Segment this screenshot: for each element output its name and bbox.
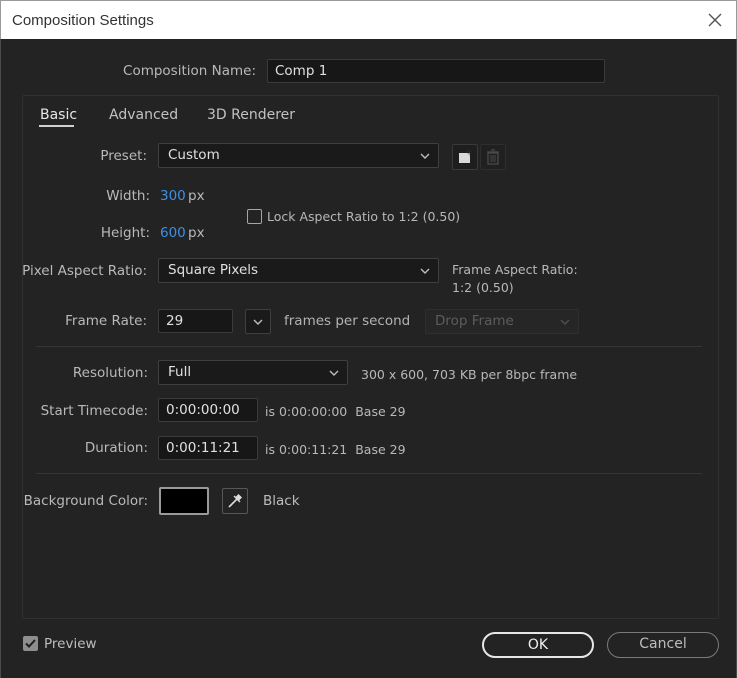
height-label: Height:	[100, 225, 150, 241]
chevron-down-icon	[420, 153, 430, 159]
lock-aspect-checkbox[interactable]	[247, 209, 262, 224]
settings-panel	[22, 95, 719, 619]
save-preset-button[interactable]	[452, 144, 478, 170]
trash-icon	[487, 149, 499, 165]
eyedropper-icon	[228, 493, 243, 508]
delete-preset-button[interactable]	[480, 144, 506, 170]
cancel-button[interactable]: Cancel	[607, 632, 719, 658]
frame-rate-input[interactable]: 29	[158, 309, 233, 333]
preset-label: Preset:	[100, 148, 147, 164]
frame-rate-unit: frames per second	[284, 313, 411, 329]
section-divider	[36, 346, 702, 347]
tab-basic-underline	[39, 125, 74, 127]
duration-input[interactable]: 0:00:11:21	[158, 436, 258, 460]
drop-frame-dropdown: Drop Frame	[425, 309, 579, 334]
start-timecode-info: is 0:00:00:00 Base 29	[265, 404, 406, 419]
save-preset-icon	[459, 150, 472, 163]
resolution-value: Full	[168, 364, 192, 380]
tab-advanced[interactable]: Advanced	[109, 107, 178, 123]
dialog-body: Composition Name: Comp 1 Basic Advanced …	[0, 39, 737, 678]
preview-label: Preview	[44, 636, 97, 652]
duration-info: is 0:00:11:21 Base 29	[265, 442, 406, 457]
tab-basic[interactable]: Basic	[40, 107, 77, 123]
eyedropper-button[interactable]	[222, 488, 248, 514]
resolution-info: 300 x 600, 703 KB per 8bpc frame	[361, 367, 578, 382]
lock-aspect-label: Lock Aspect Ratio to 1:2 (0.50)	[267, 209, 461, 224]
width-label: Width:	[106, 188, 150, 204]
tab-3d-renderer[interactable]: 3D Renderer	[207, 107, 295, 123]
width-unit: px	[188, 188, 205, 204]
background-color-swatch[interactable]	[159, 487, 209, 515]
preview-checkbox[interactable]	[23, 636, 38, 651]
background-color-label: Background Color:	[23, 493, 148, 509]
chevron-down-icon	[253, 319, 263, 325]
width-value[interactable]: 300	[160, 188, 186, 204]
background-color-name: Black	[263, 493, 300, 509]
ok-button[interactable]: OK	[482, 632, 594, 658]
pixel-aspect-label: Pixel Aspect Ratio:	[22, 263, 147, 279]
composition-name-label: Composition Name:	[123, 63, 256, 79]
chevron-down-icon	[329, 370, 339, 376]
frame-rate-dropdown[interactable]	[245, 309, 271, 334]
preset-dropdown[interactable]: Custom	[158, 143, 439, 168]
title-bar: Composition Settings	[0, 0, 737, 39]
frame-aspect-label: Frame Aspect Ratio:	[452, 262, 578, 277]
pixel-aspect-dropdown[interactable]: Square Pixels	[158, 258, 439, 283]
chevron-down-icon	[560, 319, 570, 325]
frame-rate-label: Frame Rate:	[65, 313, 147, 329]
drop-frame-value: Drop Frame	[435, 313, 514, 329]
pixel-aspect-value: Square Pixels	[168, 262, 259, 278]
duration-label: Duration:	[84, 440, 148, 456]
checkmark-icon	[25, 639, 36, 648]
composition-name-input[interactable]: Comp 1	[267, 59, 605, 83]
resolution-label: Resolution:	[72, 365, 148, 381]
preset-value: Custom	[168, 147, 220, 163]
start-timecode-input[interactable]: 0:00:00:00	[158, 398, 258, 422]
resolution-dropdown[interactable]: Full	[158, 360, 348, 385]
start-timecode-label: Start Timecode:	[40, 403, 148, 419]
chevron-down-icon	[420, 268, 430, 274]
height-unit: px	[188, 225, 205, 241]
close-icon[interactable]	[704, 9, 726, 31]
section-divider	[36, 473, 702, 474]
window-title: Composition Settings	[12, 12, 154, 29]
height-value[interactable]: 600	[160, 225, 186, 241]
frame-aspect-value: 1:2 (0.50)	[452, 280, 514, 295]
